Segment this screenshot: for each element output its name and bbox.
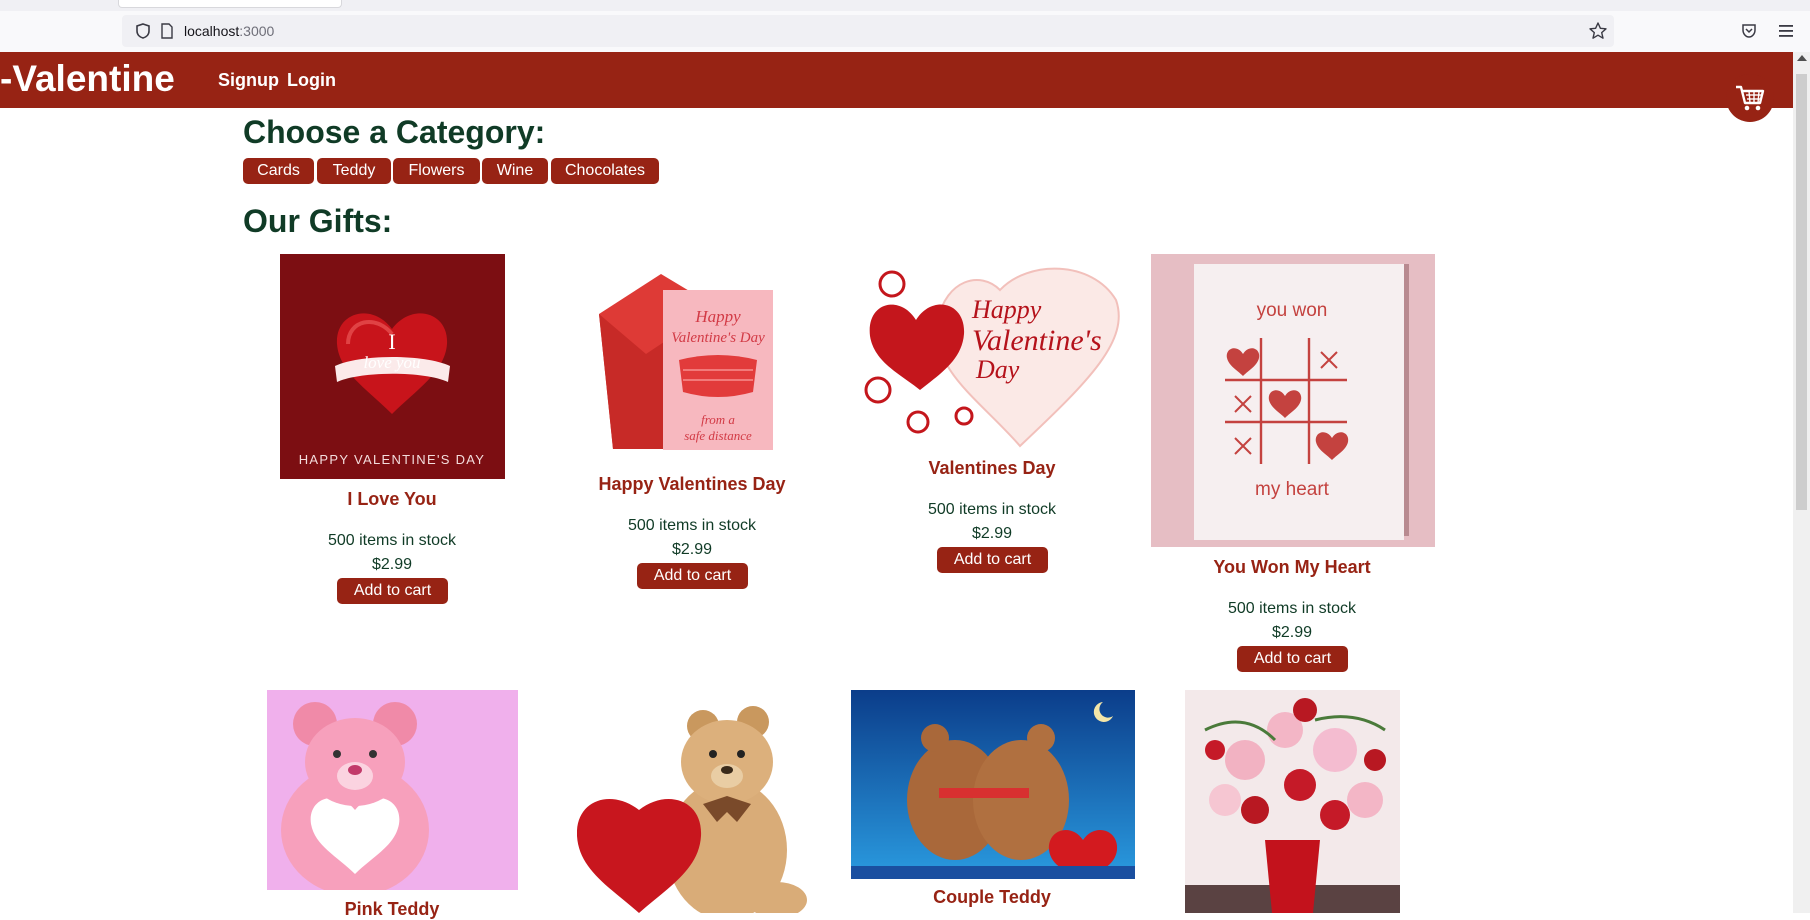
category-teddy-button[interactable]: Teddy <box>317 158 391 184</box>
category-chocolates-button[interactable]: Chocolates <box>551 158 659 184</box>
product-image-you-won-my-heart[interactable]: you won my heart <box>1151 254 1435 547</box>
shield-icon[interactable] <box>134 22 152 40</box>
product-image-flower-bouquet[interactable] <box>1185 690 1400 913</box>
product-name: Pink Teddy <box>344 899 440 919</box>
heart-text-day: Day <box>975 355 1020 384</box>
category-cards-button[interactable]: Cards <box>243 158 314 184</box>
url-text[interactable]: localhost:3000 <box>184 23 274 39</box>
product-name: Valentines Day <box>928 458 1056 478</box>
product-image-happy-valentines-day[interactable]: Happy Valentine's Day from a safe distan… <box>591 264 791 464</box>
product-name: Happy Valentines Day <box>598 474 786 494</box>
scrollbar-thumb[interactable] <box>1796 74 1807 510</box>
browser-toolbar: localhost:3000 <box>0 0 1810 52</box>
card-text-my-heart: my heart <box>1255 479 1330 500</box>
address-bar[interactable]: localhost:3000 <box>122 15 1614 47</box>
gifts-heading: Our Gifts: <box>243 203 393 239</box>
product-price: $2.99 <box>971 525 1013 542</box>
hamburger-menu-icon[interactable] <box>1776 22 1796 40</box>
add-to-cart-button[interactable]: Add to cart <box>1237 646 1348 672</box>
signup-link[interactable]: Signup <box>218 70 279 91</box>
cart-button[interactable] <box>1726 74 1774 122</box>
card-text-from-a: from a <box>701 412 735 427</box>
product-stock: 500 items in stock <box>1227 600 1357 617</box>
product-price: $2.99 <box>371 556 413 573</box>
site-navbar: -Valentine Signup Login <box>0 52 1793 108</box>
image-text-love-you: love you <box>363 353 420 372</box>
category-heading: Choose a Category: <box>243 114 546 150</box>
product-stock: 500 items in stock <box>327 532 457 549</box>
card-text-happy: Happy <box>694 307 741 326</box>
add-to-cart-button[interactable]: Add to cart <box>637 563 748 589</box>
card-text-safe-distance: safe distance <box>684 428 752 443</box>
product-image-pink-teddy[interactable] <box>267 690 518 890</box>
card-text-valentines-day: Valentine's Day <box>671 330 765 346</box>
pocket-icon[interactable] <box>1740 22 1758 40</box>
product-image-i-love-you[interactable]: I love you HAPPY VALENTINE'S DAY <box>280 254 505 479</box>
product-stock: 500 items in stock <box>627 517 757 534</box>
product-image-valentines-day[interactable]: Happy Valentine's Day <box>860 250 1124 450</box>
heart-text-happy: Happy <box>971 295 1042 324</box>
product-image-teddy-heart[interactable] <box>577 700 817 913</box>
image-text-i: I <box>388 329 395 354</box>
product-price: $2.99 <box>671 541 713 558</box>
scroll-up-arrow-icon[interactable] <box>1797 55 1807 61</box>
bookmark-star-icon[interactable] <box>1588 21 1608 41</box>
card-text-you-won: you won <box>1257 300 1328 321</box>
add-to-cart-button[interactable]: Add to cart <box>337 578 448 604</box>
heart-text-valentines: Valentine's <box>972 324 1102 357</box>
image-text-happy-valentines-day: HAPPY VALENTINE'S DAY <box>299 452 486 467</box>
login-link[interactable]: Login <box>287 70 336 91</box>
product-name: You Won My Heart <box>1213 557 1371 577</box>
product-image-couple-teddy[interactable] <box>851 690 1135 879</box>
product-name: I Love You <box>347 489 437 509</box>
browser-tab[interactable] <box>118 0 342 8</box>
brand-logo[interactable]: -Valentine <box>0 58 175 100</box>
category-wine-button[interactable]: Wine <box>482 158 548 184</box>
product-stock: 500 items in stock <box>927 501 1057 518</box>
product-name: Couple Teddy <box>933 887 1051 907</box>
product-price: $2.99 <box>1271 624 1313 641</box>
add-to-cart-button[interactable]: Add to cart <box>937 547 1048 573</box>
shopping-cart-icon <box>1736 85 1765 111</box>
category-flowers-button[interactable]: Flowers <box>393 158 480 184</box>
page-icon[interactable] <box>158 22 176 40</box>
